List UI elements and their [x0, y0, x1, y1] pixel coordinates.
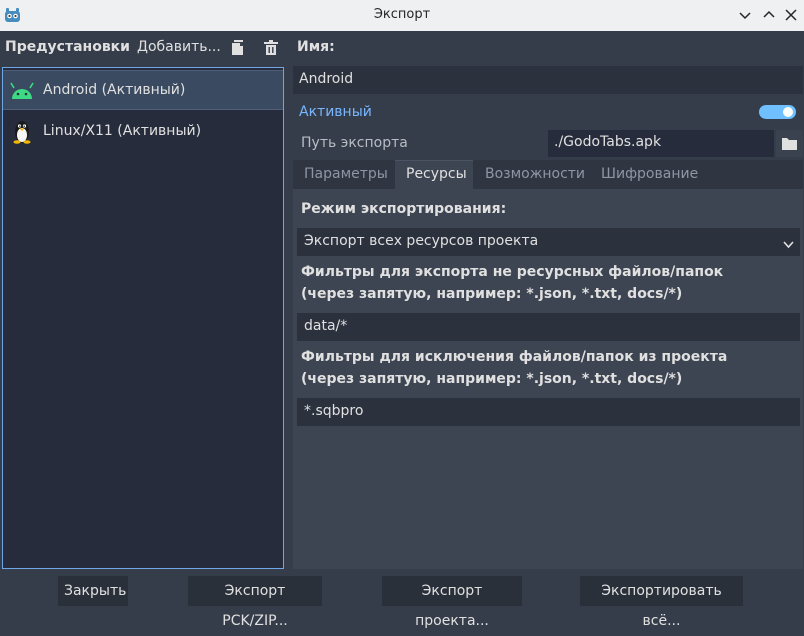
active-label: Активный	[299, 104, 372, 120]
preset-label-linux: Linux/X11 (Активный)	[43, 123, 202, 139]
exclude-filter-label: Фильтры для исключения файлов/папок из п…	[301, 346, 727, 390]
include-filter-label: Фильтры для экспорта не ресурсных файлов…	[301, 261, 723, 305]
title-bar: Экспорт	[0, 0, 804, 31]
android-icon	[7, 79, 37, 103]
minimize-button[interactable]	[737, 7, 753, 23]
name-input[interactable]: Android	[293, 66, 803, 94]
include-filter-input[interactable]: data/*	[297, 313, 800, 341]
export-mode-select[interactable]: Экспорт всех ресурсов проекта	[297, 228, 800, 256]
tab-resources[interactable]: Ресурсы	[395, 160, 473, 189]
include-filter-label-line2: (через запятую, например: *.json, *.txt,…	[301, 286, 683, 302]
export-project-button[interactable]: Экспорт проекта...	[382, 576, 522, 629]
close-window-button[interactable]	[783, 7, 799, 23]
include-filter-label-line1: Фильтры для экспорта не ресурсных файлов…	[301, 264, 724, 280]
export-pck-zip-button[interactable]: Экспорт PCK/ZIP...	[188, 576, 322, 629]
toggle-knob	[783, 107, 793, 117]
exclude-filter-input[interactable]: *.sqbpro	[297, 398, 800, 426]
export-all-button[interactable]: Экспортировать всё...	[580, 576, 743, 629]
preset-item-linux[interactable]: Linux/X11 (Активный)	[3, 112, 283, 152]
preset-item-android[interactable]: Android (Активный)	[3, 70, 283, 110]
export-path-input[interactable]: ./GodoTabs.apk	[548, 130, 774, 157]
tab-features[interactable]: Возможности	[485, 160, 595, 189]
add-preset-button[interactable]: Добавить...	[137, 39, 221, 55]
duplicate-icon[interactable]	[231, 40, 245, 56]
maximize-button[interactable]	[761, 7, 777, 23]
active-toggle[interactable]	[759, 105, 796, 119]
presets-header: Предустановки Добавить...	[0, 31, 291, 66]
resources-panel: Режим экспортирования: Экспорт всех ресу…	[293, 189, 803, 569]
tab-encryption[interactable]: Шифрование	[601, 160, 711, 189]
tab-bar: Параметры Ресурсы Возможности Шифрование	[293, 160, 803, 189]
export-path-label: Путь экспорта	[301, 135, 408, 151]
presets-label: Предустановки	[5, 39, 130, 55]
tab-parameters[interactable]: Параметры	[293, 160, 394, 189]
export-mode-label: Режим экспортирования:	[301, 201, 507, 217]
folder-icon	[782, 138, 797, 150]
name-label: Имя:	[297, 39, 335, 55]
exclude-filter-label-line1: Фильтры для исключения файлов/папок из п…	[301, 349, 728, 365]
export-mode-value: Экспорт всех ресурсов проекта	[304, 233, 539, 249]
window-title: Экспорт	[373, 7, 431, 22]
exclude-filter-label-line2: (через запятую, например: *.json, *.txt,…	[301, 371, 683, 387]
chevron-down-icon	[783, 237, 794, 253]
trash-icon[interactable]	[263, 40, 279, 56]
close-button[interactable]: Закрыть	[58, 576, 128, 606]
linux-icon	[7, 120, 37, 144]
folder-browse-button[interactable]	[776, 130, 803, 157]
preset-list: Android (Активный) Linux/X11 (Активный)	[2, 67, 284, 569]
preset-label-android: Android (Активный)	[43, 82, 186, 98]
